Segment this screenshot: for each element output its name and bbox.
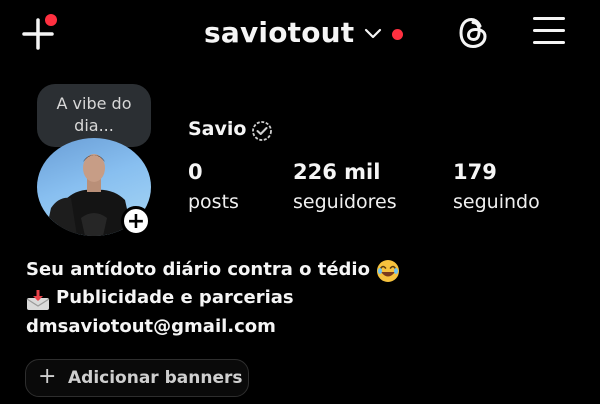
following-count[interactable]: 179 (453, 160, 497, 184)
bio-line: Seu antídoto diário contra o tédio (26, 259, 370, 280)
threads-icon[interactable] (458, 16, 488, 50)
posts-count: 0 (188, 160, 203, 184)
add-banners-button[interactable]: + Adicionar banners (25, 359, 249, 397)
verified-badge-icon (252, 121, 272, 141)
bio-line: Publicidade e parcerias (56, 287, 294, 308)
plus-icon (22, 14, 57, 50)
plus-icon: + (126, 209, 146, 234)
mail-inbox-icon (26, 290, 50, 310)
posts-label: posts (188, 191, 239, 213)
followers-count[interactable]: 226 mil (293, 160, 380, 184)
plus-icon: + (38, 364, 57, 389)
add-story-button[interactable]: + (121, 206, 151, 236)
bio-email-link[interactable]: dmsaviotout@gmail.com (26, 316, 276, 337)
menu-icon[interactable] (533, 17, 565, 47)
account-notification-dot (392, 29, 403, 40)
following-label[interactable]: seguindo (453, 191, 540, 213)
followers-label[interactable]: seguidores (293, 191, 397, 213)
laughing-emoji (377, 260, 399, 282)
add-banners-label: Adicionar banners (68, 368, 243, 388)
notification-dot (45, 14, 57, 26)
display-name: Savio (188, 118, 247, 140)
username-switcher[interactable]: saviotout (204, 16, 354, 49)
note-text: A vibe do dia... (56, 94, 132, 135)
chevron-down-icon[interactable] (364, 28, 382, 40)
new-post-button[interactable] (20, 14, 60, 54)
